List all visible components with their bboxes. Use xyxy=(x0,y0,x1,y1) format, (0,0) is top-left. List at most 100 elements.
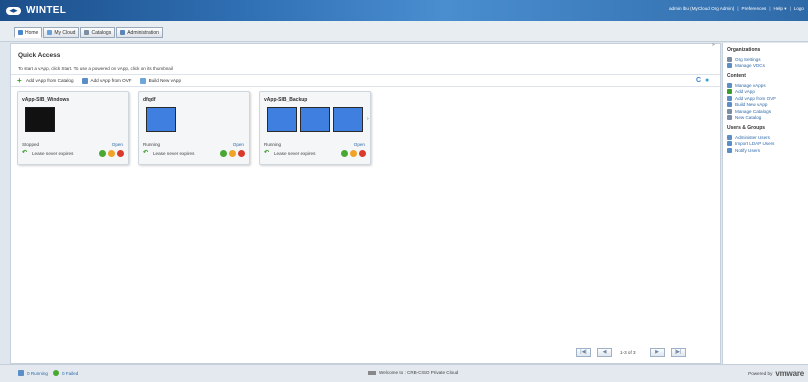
home-icon xyxy=(18,30,23,35)
ldap-icon xyxy=(727,141,732,147)
refresh-icon[interactable]: C xyxy=(696,77,702,84)
prev-page-button[interactable]: ◀ xyxy=(597,348,612,357)
next-page-button[interactable]: ▶ xyxy=(649,348,665,357)
catalog-icon xyxy=(84,30,90,35)
intro-text: To start a vApp, click Start. To use a p… xyxy=(18,66,173,71)
lease-info: ↶ Lease never expires xyxy=(22,150,74,156)
vapp-name: dfqdf xyxy=(143,97,156,103)
vm-thumbnail[interactable] xyxy=(333,107,363,132)
sidebar-item-label: Manage vApps xyxy=(735,82,766,88)
action-toolbar: + Add vApp from Catalog Add vApp from OV… xyxy=(11,74,720,87)
vm-thumbnail[interactable] xyxy=(146,107,176,132)
help-icon[interactable]: ● xyxy=(705,77,711,84)
welcome-text: Welcome to : CRB-CISO Private Cloud xyxy=(379,370,459,375)
failed-status-icon xyxy=(52,370,59,376)
stop-icon[interactable] xyxy=(238,150,245,157)
sidebar-heading: Organizations xyxy=(727,47,761,53)
right-sidebar: Organizations Org Settings Manage VDCs C… xyxy=(722,43,808,364)
welcome-banner: Welcome to : CRB-CISO Private Cloud xyxy=(368,370,458,375)
vapp-status: Running xyxy=(264,142,282,147)
stop-icon[interactable] xyxy=(117,150,124,157)
open-link[interactable]: Open xyxy=(112,142,123,147)
first-page-button[interactable]: |◀| xyxy=(576,348,591,357)
lease-icon: ↶ xyxy=(264,150,270,156)
gear-icon xyxy=(727,56,732,62)
vapp-thumbnails xyxy=(146,107,179,132)
stop-icon[interactable] xyxy=(359,150,366,157)
sidebar-item-notify-users[interactable]: Notify Users xyxy=(727,147,808,154)
open-link[interactable]: Open xyxy=(354,142,365,147)
sidebar-item-new-catalog[interactable]: New Catalog xyxy=(727,115,808,122)
lease-icon: ↶ xyxy=(22,150,28,156)
powered-by: Powered by vmware xyxy=(748,369,804,378)
nav-separator: | xyxy=(737,6,739,11)
catalog-icon xyxy=(727,108,732,114)
add-vapp-from-ovf-button[interactable]: Add vApp from OVF xyxy=(81,77,132,84)
tab-home[interactable]: Home xyxy=(14,27,43,38)
vapp-card: vApp-SIB_Backup › Running Open ↶ Lease n… xyxy=(259,91,371,165)
suspend-icon[interactable] xyxy=(350,150,357,157)
last-page-button[interactable]: |▶| xyxy=(670,348,686,357)
tab-label: My Cloud xyxy=(54,29,76,36)
ovf-icon xyxy=(81,77,88,84)
new-catalog-icon xyxy=(727,115,732,121)
start-icon[interactable] xyxy=(99,150,106,157)
sidebar-item-label: New Catalog xyxy=(735,115,762,121)
minimize-icon xyxy=(368,370,376,375)
action-label: Add vApp from Catalog xyxy=(26,78,74,83)
start-icon[interactable] xyxy=(341,150,348,157)
sidebar-item-label: Import LDAP Users xyxy=(735,141,775,147)
tab-catalogs[interactable]: Catalogs xyxy=(80,27,116,38)
lease-info: ↶ Lease never expires xyxy=(143,150,194,156)
tab-my-cloud[interactable]: My Cloud xyxy=(43,27,80,38)
vapp-name: vApp-SIB_Windows xyxy=(22,97,70,103)
vapp-controls xyxy=(218,150,245,157)
vapp-name: vApp-SIB_Backup xyxy=(264,97,308,103)
preferences-link[interactable]: Preferences xyxy=(742,6,767,11)
help-menu[interactable]: Help ▾ xyxy=(774,6,787,11)
tab-administration[interactable]: Administration xyxy=(116,27,163,38)
top-header: ◀▶ WINTEL admin lbu (MyCloud Org Admin) |… xyxy=(0,0,808,21)
page-info: 1-3 of 3 xyxy=(620,350,636,355)
lease-text: Lease never expires xyxy=(32,151,74,156)
sidebar-item-label: Build New vApp xyxy=(735,102,768,108)
running-count-link[interactable]: 0 Running xyxy=(27,371,48,376)
vapps-icon xyxy=(727,82,732,88)
sidebar-item-label: Add vApp xyxy=(735,89,755,95)
start-icon[interactable] xyxy=(220,150,227,157)
add-vapp-from-catalog-button[interactable]: + Add vApp from Catalog xyxy=(17,75,74,85)
user-nav: admin lbu (MyCloud Org Admin) | Preference… xyxy=(669,6,804,12)
suspend-icon[interactable] xyxy=(229,150,236,157)
app-logo-icon: ◀▶ xyxy=(6,6,21,15)
vm-thumbnail[interactable] xyxy=(300,107,330,132)
collapse-sidebar-icon[interactable]: » xyxy=(712,42,715,48)
build-new-vapp-button[interactable]: Build New vApp xyxy=(139,77,181,84)
lease-icon: ↶ xyxy=(143,150,149,156)
logout-link[interactable]: Logo xyxy=(794,6,804,11)
vapp-card: dfqdf Running Open ↶ Lease never expires xyxy=(138,91,250,165)
sidebar-item-label: Manage Catalogs xyxy=(735,108,772,114)
quick-access-panel: Quick Access To start a vApp, click Star… xyxy=(10,43,721,364)
vm-thumbnail[interactable] xyxy=(267,107,297,132)
sidebar-group-users: Users & Groups Administer Users Import L… xyxy=(723,125,808,154)
vapp-status: Stopped xyxy=(22,142,40,147)
sidebar-group-organizations: Organizations Org Settings Manage VDCs xyxy=(723,47,808,69)
tab-label: Catalogs xyxy=(91,29,112,36)
sidebar-item-manage-vdcs[interactable]: Manage VDCs xyxy=(727,63,808,70)
lease-info: ↶ Lease never expires xyxy=(264,150,315,156)
vm-thumbnail[interactable] xyxy=(25,107,55,132)
chevron-right-icon[interactable]: › xyxy=(367,116,369,122)
running-vm-icon xyxy=(18,370,24,376)
vapp-status: Running xyxy=(143,142,161,147)
app-logo[interactable]: ◀▶ WINTEL xyxy=(6,5,66,16)
tab-bar: Home My Cloud Catalogs Administration xyxy=(0,21,808,42)
suspend-icon[interactable] xyxy=(108,150,115,157)
vapp-card: vApp-SIB_Windows Stopped Open ↶ Lease ne… xyxy=(17,91,129,165)
sidebar-heading: Users & Groups xyxy=(727,125,766,131)
nav-separator: | xyxy=(769,6,771,11)
sidebar-item-label: Manage VDCs xyxy=(735,63,765,69)
vdc-icon xyxy=(727,63,732,69)
open-link[interactable]: Open xyxy=(233,142,244,147)
add-icon: + xyxy=(17,75,22,85)
failed-count-link[interactable]: 0 Failed xyxy=(62,371,78,376)
